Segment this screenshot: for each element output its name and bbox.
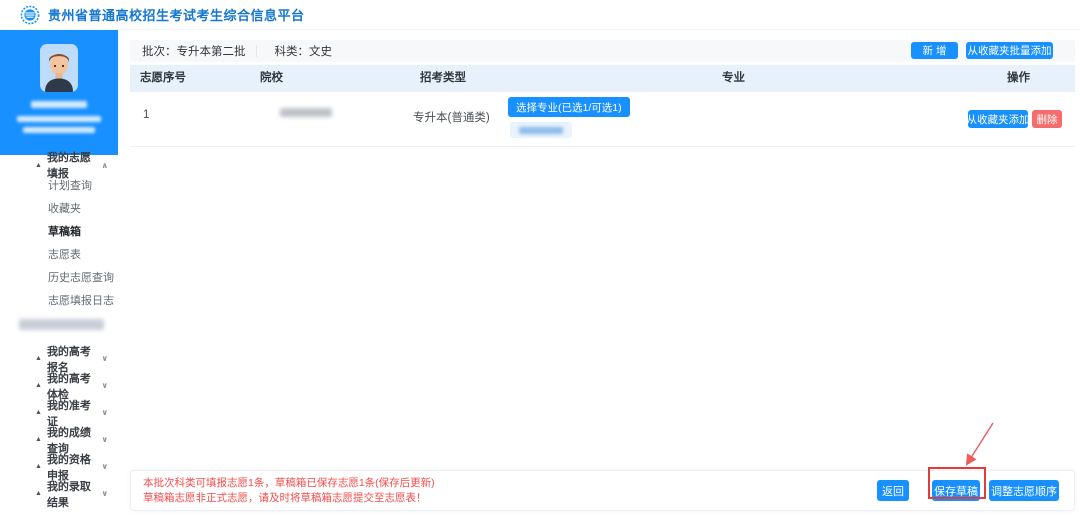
batch-field: 批次：专升本第二批 bbox=[142, 43, 246, 59]
sidebar-item-history-query[interactable]: 历史志愿查询 bbox=[0, 267, 118, 290]
chevron-down-icon: ∨ bbox=[102, 381, 109, 390]
draft-notice-line2: 草稿箱志愿非正式志愿，请及时将草稿箱志愿提交至志愿表！ bbox=[143, 491, 435, 506]
menu-group-icon: ▲ bbox=[35, 436, 42, 443]
column-header-order: 志愿序号 bbox=[140, 65, 186, 92]
draft-notice: 本批次科类可填报志愿1条，草稿箱已保存志愿1条(保存后更新) 草稿箱志愿非正式志… bbox=[143, 476, 435, 506]
subject-label: 科类： bbox=[275, 46, 310, 58]
sidebar-group-qualification[interactable]: ▲ 我的资格申报 ∨ bbox=[0, 453, 118, 480]
table-header: 志愿序号 院校 招考类型 专业 操作 bbox=[130, 65, 1075, 92]
batch-value: 专升本第二批 bbox=[177, 46, 246, 58]
sidebar-group-physical-exam[interactable]: ▲ 我的高考体检 ∨ bbox=[0, 372, 118, 399]
avatar bbox=[40, 44, 78, 92]
adjust-order-button[interactable]: 调整志愿顺序 bbox=[989, 480, 1059, 501]
page: 贵州省普通高校招生考试考生综合信息平台 ▲ bbox=[0, 0, 1080, 516]
chevron-down-icon: ∨ bbox=[102, 489, 109, 498]
sidebar-group-volunteer[interactable]: ▲ 我的志愿填报 ∧ bbox=[0, 155, 118, 175]
column-header-school: 院校 bbox=[260, 65, 283, 92]
redacted-user-id-line1 bbox=[17, 116, 101, 122]
sidebar-group-label: 我的录取结果 bbox=[47, 478, 102, 510]
batch-label: 批次： bbox=[142, 46, 177, 58]
redacted-school-name bbox=[280, 108, 332, 117]
menu-group-icon: ▲ bbox=[35, 409, 42, 416]
filter-divider bbox=[256, 45, 257, 57]
chevron-down-icon: ∨ bbox=[102, 435, 109, 444]
save-draft-button[interactable]: 保存草稿 bbox=[932, 480, 980, 501]
sidebar-item-redacted[interactable] bbox=[0, 313, 118, 336]
app-header: 贵州省普通高校招生考试考生综合信息平台 bbox=[0, 0, 1080, 30]
delete-button[interactable]: 删除 bbox=[1032, 110, 1062, 128]
draft-notice-line1: 本批次科类可填报志愿1条，草稿箱已保存志愿1条(保存后更新) bbox=[143, 476, 435, 491]
row-admission-type: 专升本(普通类) bbox=[413, 109, 490, 125]
menu-group-icon: ▲ bbox=[35, 382, 42, 389]
redacted-user-id-line2 bbox=[23, 127, 95, 133]
sidebar-collapsed-groups: ▲ 我的高考报名 ∨ ▲ 我的高考体检 ∨ ▲ 我的准考证 ∨ ▲ 我的成绩查询 bbox=[0, 345, 118, 507]
sidebar-group-admission-result[interactable]: ▲ 我的录取结果 ∨ bbox=[0, 480, 118, 507]
sidebar-group-admission-ticket[interactable]: ▲ 我的准考证 ∨ bbox=[0, 399, 118, 426]
add-button[interactable]: 新 增 bbox=[911, 42, 958, 59]
sidebar-menu: ▲ 我的志愿填报 ∧ 计划查询 收藏夹 草稿箱 志愿表 历史志愿查询 志愿填报日… bbox=[0, 155, 118, 507]
platform-logo-icon bbox=[20, 5, 40, 25]
redacted-user-name bbox=[31, 101, 87, 108]
selected-major-tag[interactable] bbox=[510, 122, 572, 138]
subject-value: 文史 bbox=[309, 46, 332, 58]
sidebar-item-fill-log[interactable]: 志愿填报日志 bbox=[0, 290, 118, 313]
menu-group-icon: ▲ bbox=[35, 162, 42, 169]
table-row: 1 专升本(普通类) 选择专业(已选1/可选1) 从收藏夹添加 删除 bbox=[130, 92, 1075, 147]
sidebar-user-card bbox=[0, 30, 118, 155]
sidebar-item-favorites[interactable]: 收藏夹 bbox=[0, 198, 118, 221]
sidebar-group-gaokao-signup[interactable]: ▲ 我的高考报名 ∨ bbox=[0, 345, 118, 372]
column-header-actions: 操作 bbox=[1007, 65, 1030, 92]
chevron-down-icon: ∨ bbox=[102, 354, 109, 363]
select-major-button[interactable]: 选择专业(已选1/可选1) bbox=[508, 97, 630, 117]
subject-field: 科类：文史 bbox=[275, 43, 371, 59]
sidebar-group-score-query[interactable]: ▲ 我的成绩查询 ∨ bbox=[0, 426, 118, 453]
chevron-down-icon: ∨ bbox=[102, 408, 109, 417]
page-title: 贵州省普通高校招生考试考生综合信息平台 bbox=[48, 5, 305, 24]
menu-group-icon: ▲ bbox=[35, 463, 42, 470]
batch-filter-bar: 批次：专升本第二批 科类：文史 新 增 从收藏夹批量添加 bbox=[130, 40, 1075, 62]
back-button[interactable]: 返回 bbox=[877, 480, 909, 501]
chevron-down-icon: ∨ bbox=[102, 462, 109, 471]
footer-action-bar: 本批次科类可填报志愿1条，草稿箱已保存志愿1条(保存后更新) 草稿箱志愿非正式志… bbox=[130, 470, 1075, 511]
row-order-number: 1 bbox=[143, 109, 149, 121]
column-header-major: 专业 bbox=[722, 65, 745, 92]
batch-add-from-favorites-button[interactable]: 从收藏夹批量添加 bbox=[966, 42, 1053, 59]
redacted-menu-label bbox=[19, 319, 104, 330]
add-from-favorites-button[interactable]: 从收藏夹添加 bbox=[968, 110, 1028, 128]
sidebar-item-volunteer-form[interactable]: 志愿表 bbox=[0, 244, 118, 267]
sidebar-item-draft-box[interactable]: 草稿箱 bbox=[0, 221, 118, 244]
menu-group-icon: ▲ bbox=[35, 490, 42, 497]
redacted-major-name bbox=[519, 127, 563, 134]
sidebar: ▲ 我的志愿填报 ∧ 计划查询 收藏夹 草稿箱 志愿表 历史志愿查询 志愿填报日… bbox=[0, 30, 118, 516]
chevron-up-icon: ∧ bbox=[102, 161, 109, 170]
menu-group-icon: ▲ bbox=[35, 355, 42, 362]
column-header-admission-type: 招考类型 bbox=[420, 65, 466, 92]
main-content: 批次：专升本第二批 科类：文史 新 增 从收藏夹批量添加 志愿序号 院校 招考类… bbox=[130, 40, 1075, 516]
